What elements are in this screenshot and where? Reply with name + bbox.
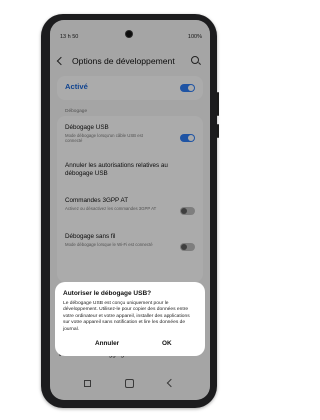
dialog-body: Le débogage USB est conçu uniquement pou…: [63, 301, 190, 332]
power-button: [217, 124, 219, 138]
screen: 13 h 50 100% Options de développement Ac…: [50, 20, 210, 400]
front-camera: [126, 31, 132, 37]
usb-debug-dialog: Autoriser le débogage USB? Le débogage U…: [55, 282, 205, 356]
ok-button[interactable]: OK: [162, 340, 172, 347]
volume-button: [217, 92, 219, 116]
dialog-title: Autoriser le débogage USB?: [63, 290, 152, 297]
cancel-button[interactable]: Annuler: [95, 340, 119, 347]
